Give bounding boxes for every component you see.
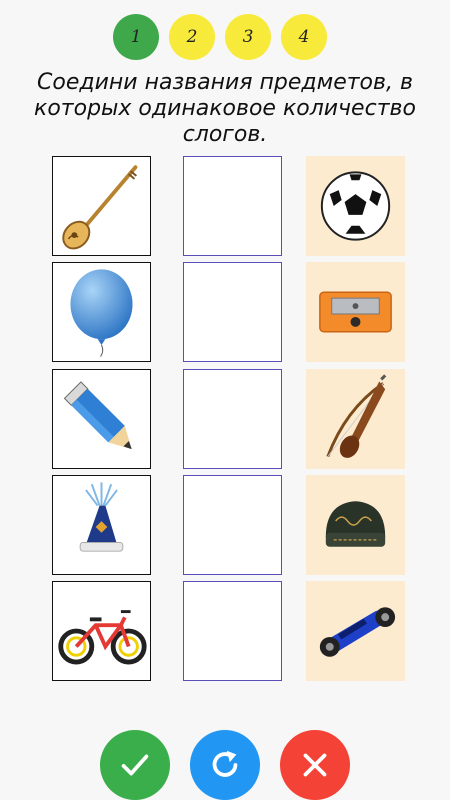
- soccer-ball-icon: [320, 171, 391, 241]
- step-2[interactable]: 2: [169, 14, 215, 60]
- left-card-pencil[interactable]: [52, 369, 151, 469]
- right-card-skullcap[interactable]: [306, 475, 405, 575]
- refresh-button[interactable]: [190, 730, 260, 800]
- step-3[interactable]: 3: [225, 14, 271, 60]
- left-card-bicycle[interactable]: [52, 581, 151, 681]
- step-indicator: 1 2 3 4: [0, 14, 450, 60]
- close-icon: [303, 753, 327, 777]
- bicycle-icon: [58, 610, 147, 665]
- right-card-kobyz[interactable]: [306, 369, 405, 469]
- balloon-icon: [70, 269, 133, 357]
- left-card-balloon[interactable]: [52, 262, 151, 362]
- pencil-icon: [63, 381, 132, 450]
- drop-slot-3[interactable]: [183, 369, 282, 469]
- right-card-soccer-ball[interactable]: [306, 156, 405, 256]
- hoverboard-icon: [319, 607, 396, 657]
- drop-slot-2[interactable]: [183, 262, 282, 362]
- step-1[interactable]: 1: [113, 14, 159, 60]
- drop-slot-5[interactable]: [183, 581, 282, 681]
- hat-icon: [79, 482, 124, 552]
- refresh-icon: [212, 750, 238, 777]
- skullcap-icon: [325, 501, 386, 547]
- task-instruction: Соедини названия предметов, в которых од…: [34, 70, 416, 147]
- check-button[interactable]: [100, 730, 170, 800]
- pencil-sharpener-icon: [319, 291, 392, 333]
- drop-slot-4[interactable]: [183, 475, 282, 575]
- step-4[interactable]: 4: [281, 14, 327, 60]
- close-button[interactable]: [280, 730, 350, 800]
- dombra-icon: [62, 165, 138, 250]
- left-card-dombra[interactable]: [52, 156, 151, 256]
- right-card-sharpener[interactable]: [306, 262, 405, 362]
- left-card-hat[interactable]: [52, 475, 151, 575]
- right-card-hoverboard[interactable]: [306, 581, 405, 681]
- drop-slot-1[interactable]: [183, 156, 282, 256]
- kobyz-icon: [326, 374, 387, 458]
- check-icon: [121, 754, 149, 776]
